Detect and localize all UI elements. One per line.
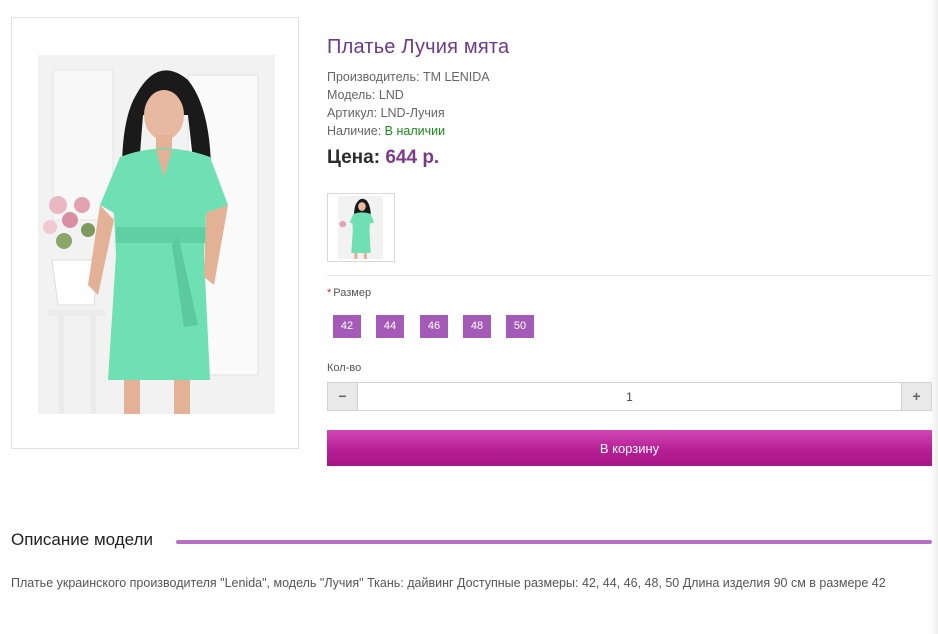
sku-value: LND-Лучия bbox=[380, 106, 445, 120]
availability-label: Наличие: bbox=[327, 124, 382, 138]
size-option-46[interactable]: 46 bbox=[420, 315, 448, 338]
description-title-underline bbox=[176, 540, 932, 544]
quantity-decrease-button[interactable]: − bbox=[327, 382, 358, 411]
quantity-increase-button[interactable]: + bbox=[901, 382, 932, 411]
page-edge-shadow bbox=[930, 0, 938, 634]
manufacturer-label: Производитель: bbox=[327, 70, 420, 84]
model-value: LND bbox=[378, 88, 404, 102]
product-title: Платье Лучия мята bbox=[327, 36, 510, 58]
manufacturer-row: Производитель: TM LENIDA bbox=[327, 68, 490, 86]
size-option-44[interactable]: 44 bbox=[376, 315, 404, 338]
description-title: Описание модели bbox=[11, 530, 153, 549]
product-photo bbox=[38, 55, 275, 414]
add-to-cart-button[interactable]: В корзину bbox=[327, 430, 932, 466]
size-option-42[interactable]: 42 bbox=[333, 315, 361, 338]
availability-row: Наличие: В наличии bbox=[327, 122, 445, 140]
availability-value: В наличии bbox=[384, 124, 446, 138]
model-label: Модель: bbox=[327, 88, 376, 102]
quantity-input[interactable] bbox=[358, 382, 901, 411]
size-option-50[interactable]: 50 bbox=[506, 315, 534, 338]
quantity-label: Кол-во bbox=[327, 362, 362, 374]
manufacturer-value[interactable]: TM LENIDA bbox=[423, 70, 490, 84]
quantity-stepper: − + bbox=[327, 382, 932, 411]
size-label-text: Размер bbox=[333, 287, 372, 299]
sku-row: Артикул: LND-Лучия bbox=[327, 104, 445, 122]
divider bbox=[327, 275, 932, 276]
price-value: 644 р. bbox=[385, 147, 440, 168]
sku-label: Артикул: bbox=[327, 106, 378, 120]
thumbnail-photo bbox=[338, 196, 383, 259]
product-thumbnail[interactable] bbox=[327, 193, 395, 262]
product-main-image[interactable] bbox=[11, 17, 299, 449]
model-row: Модель: LND bbox=[327, 86, 404, 104]
price-label: Цена: bbox=[327, 147, 381, 168]
description-text: Платье украинского производителя "Lenida… bbox=[11, 576, 886, 590]
price: Цена: 644 р. bbox=[327, 147, 439, 169]
size-option-label: * Размер bbox=[327, 287, 371, 299]
size-option-48[interactable]: 48 bbox=[463, 315, 491, 338]
required-mark: * bbox=[327, 287, 332, 299]
